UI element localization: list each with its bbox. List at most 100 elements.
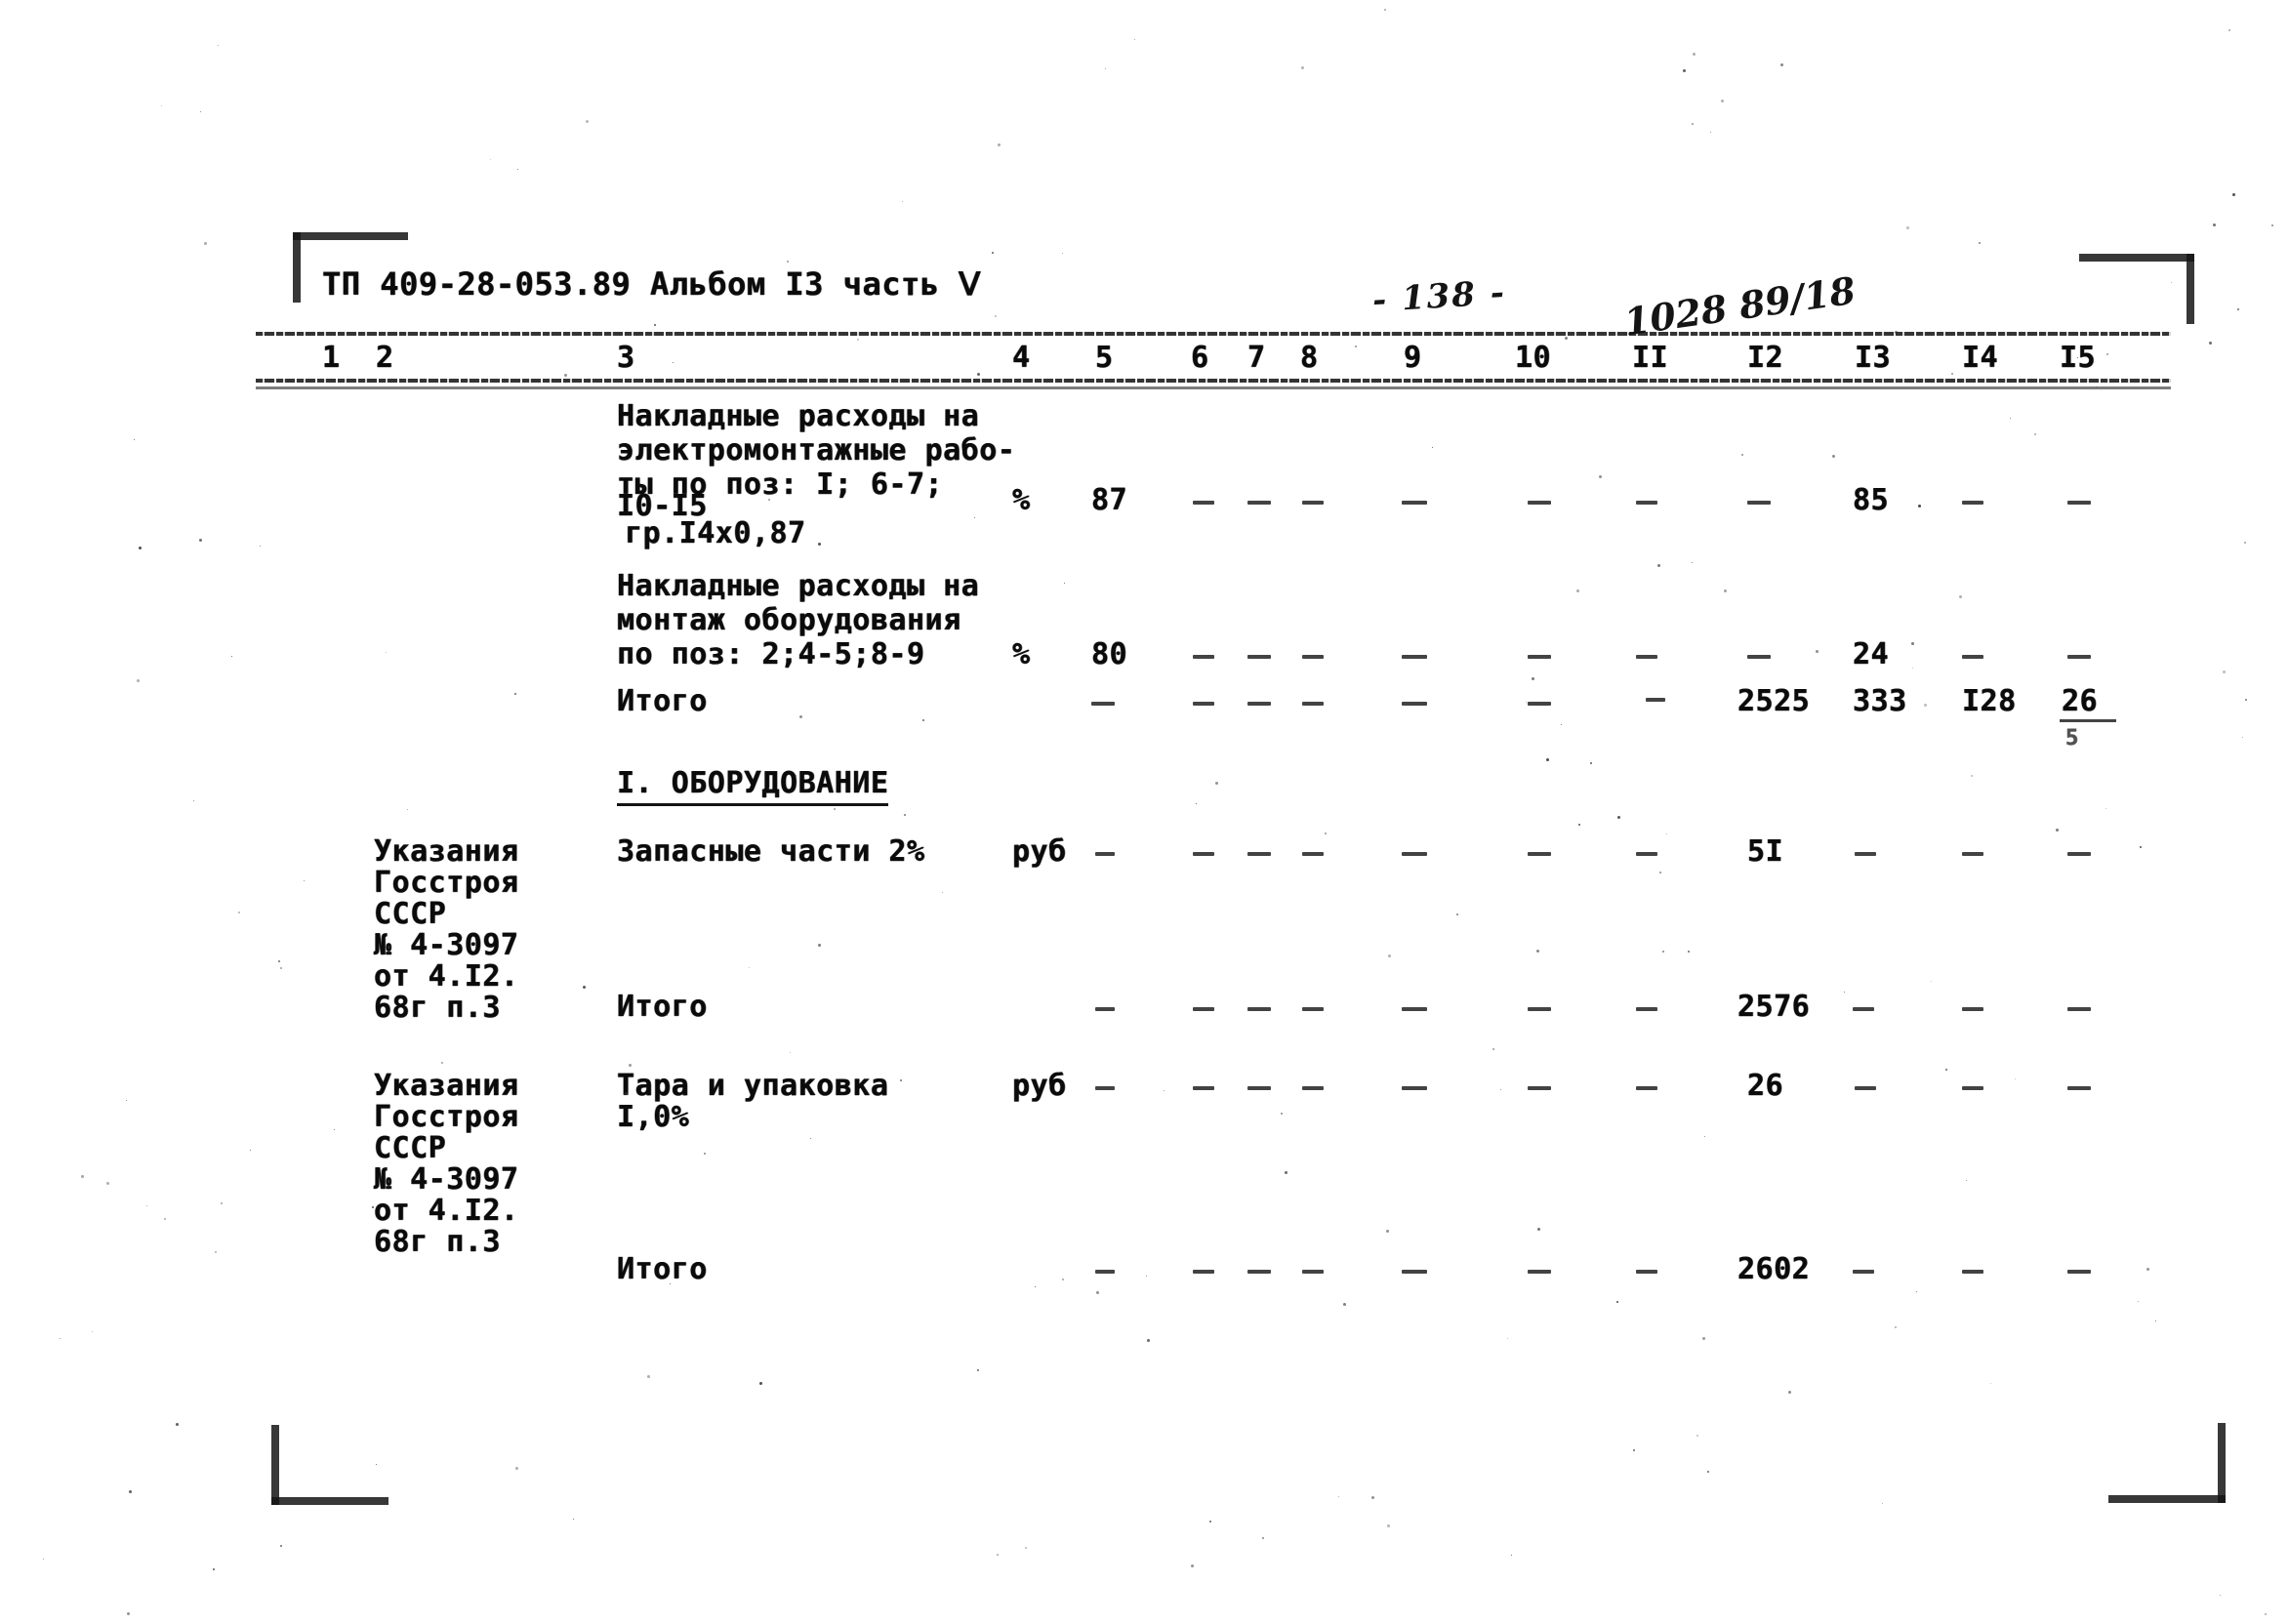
empty-cell-dash — [1528, 1007, 1551, 1011]
column-number-6: 6 — [1191, 341, 1209, 375]
empty-cell-dash — [2067, 1086, 2091, 1090]
row-value-col12: 2525 — [1737, 684, 1811, 718]
row-value-col12: 2576 — [1737, 990, 1811, 1024]
row-description-line: Итого — [617, 684, 708, 718]
empty-cell-dash — [1095, 852, 1115, 856]
row-unit: руб — [1012, 834, 1067, 869]
row-description-line: электромонтажные рабо- — [617, 433, 1016, 467]
row-value-col14: I28 — [1962, 684, 2017, 718]
value-fraction-denominator: 5 — [2065, 726, 2079, 751]
empty-cell-dash — [1528, 1270, 1551, 1274]
empty-cell-dash — [1962, 1007, 1983, 1011]
document-header-code: ТП 409-28-053.89 Альбом I3 часть Ⅴ — [322, 265, 981, 303]
empty-cell-dash — [1528, 1086, 1551, 1090]
empty-cell-dash — [1855, 1086, 1876, 1090]
empty-cell-dash — [1193, 1086, 1214, 1090]
row-unit: % — [1012, 483, 1031, 517]
column-number-14: I4 — [1962, 341, 1999, 375]
empty-cell-dash — [2067, 501, 2091, 505]
row-description-line: монтаж оборудования — [617, 603, 961, 637]
row-description-line: по поз: 2;4-5;8-9 — [617, 637, 925, 671]
empty-cell-dash — [2067, 852, 2091, 856]
empty-cell-dash — [2067, 1270, 2091, 1274]
row-value-col15: 26 — [2062, 684, 2099, 718]
row-value-col13: 85 — [1853, 483, 1890, 517]
empty-cell-dash — [1193, 852, 1214, 856]
column-number-5: 5 — [1095, 341, 1114, 375]
column-number-4: 4 — [1012, 341, 1031, 375]
empty-cell-dash — [1402, 1086, 1427, 1090]
empty-cell-dash — [1962, 852, 1983, 856]
empty-cell-dash — [1528, 501, 1551, 505]
empty-cell-dash — [2067, 655, 2091, 659]
header-rule — [256, 332, 2171, 336]
empty-cell-dash — [1193, 655, 1214, 659]
empty-cell-dash — [1962, 1086, 1983, 1090]
empty-cell-dash — [1193, 702, 1214, 706]
empty-cell-dash — [1247, 655, 1271, 659]
table-head-rule-upper — [256, 379, 2171, 383]
empty-cell-dash — [1528, 702, 1551, 706]
column-number-1: 1 — [322, 341, 341, 375]
empty-cell-dash — [1302, 1270, 1324, 1274]
empty-cell-dash — [1402, 702, 1427, 706]
empty-cell-dash — [1747, 655, 1771, 659]
empty-cell-dash — [1402, 852, 1427, 856]
column-number-9: 9 — [1404, 341, 1422, 375]
scanned-page: ТП 409-28-053.89 Альбом I3 часть Ⅴ - 138… — [0, 0, 2289, 1624]
empty-cell-dash — [1636, 1270, 1657, 1274]
row-description-line: Итого — [617, 990, 708, 1024]
table-head-rule-lower — [256, 386, 2171, 389]
column-number-3: 3 — [617, 341, 635, 375]
row-description-line: гр.I4х0,87 — [625, 516, 806, 550]
row-value-col12: 5I — [1747, 834, 1784, 869]
column-number-8: 8 — [1300, 341, 1319, 375]
empty-cell-dash — [1636, 655, 1657, 659]
empty-cell-dash — [1853, 1007, 1874, 1011]
column-number-10: 10 — [1515, 341, 1552, 375]
empty-cell-dash — [1962, 501, 1983, 505]
empty-cell-dash — [1302, 852, 1324, 856]
page-number-handwritten: - 138 - — [1370, 272, 1507, 321]
column-number-2: 2 — [376, 341, 394, 375]
row-value-col12: 26 — [1747, 1069, 1784, 1103]
empty-cell-dash — [1193, 1007, 1214, 1011]
empty-cell-dash — [1528, 655, 1551, 659]
empty-cell-dash — [1247, 852, 1271, 856]
empty-cell-dash — [1247, 1007, 1271, 1011]
empty-cell-dash — [1636, 1086, 1657, 1090]
empty-cell-dash — [1247, 501, 1271, 505]
empty-cell-dash — [1302, 702, 1324, 706]
empty-cell-dash — [1302, 1007, 1324, 1011]
empty-cell-dash — [1095, 1007, 1115, 1011]
scan-noise — [0, 0, 2289, 1624]
row-description-line: Итого — [617, 1252, 708, 1286]
empty-cell-dash — [1302, 1086, 1324, 1090]
empty-cell-dash — [1247, 1086, 1271, 1090]
row-description-line: Накладные расходы на — [617, 569, 980, 603]
empty-cell-dash — [1095, 1086, 1115, 1090]
row-unit: руб — [1012, 1069, 1067, 1103]
empty-cell-dash — [1636, 1007, 1657, 1011]
empty-cell-dash — [1636, 501, 1657, 505]
column-number-15: I5 — [2060, 341, 2097, 375]
empty-cell-dash — [1091, 702, 1115, 706]
empty-cell-dash — [1247, 1270, 1271, 1274]
empty-cell-dash — [1193, 501, 1214, 505]
empty-cell-dash — [1855, 852, 1876, 856]
row-description-line: I,0% — [617, 1100, 690, 1134]
row-value-col12: 2602 — [1737, 1252, 1811, 1286]
empty-cell-dash — [1402, 501, 1427, 505]
column-number-7: 7 — [1247, 341, 1266, 375]
empty-cell-dash — [1302, 655, 1324, 659]
empty-cell-dash — [1402, 1270, 1427, 1274]
column-number-12: I2 — [1747, 341, 1784, 375]
row-value-col5: 80 — [1091, 637, 1128, 671]
empty-cell-dash — [1402, 1007, 1427, 1011]
empty-cell-dash — [1095, 1270, 1115, 1274]
row-description-line: Накладные расходы на — [617, 399, 980, 433]
empty-cell-dash — [1193, 1270, 1214, 1274]
empty-cell-dash — [1636, 852, 1657, 856]
section-heading-equipment: I. ОБОРУДОВАНИЕ — [617, 765, 889, 806]
empty-cell-dash — [1528, 852, 1551, 856]
